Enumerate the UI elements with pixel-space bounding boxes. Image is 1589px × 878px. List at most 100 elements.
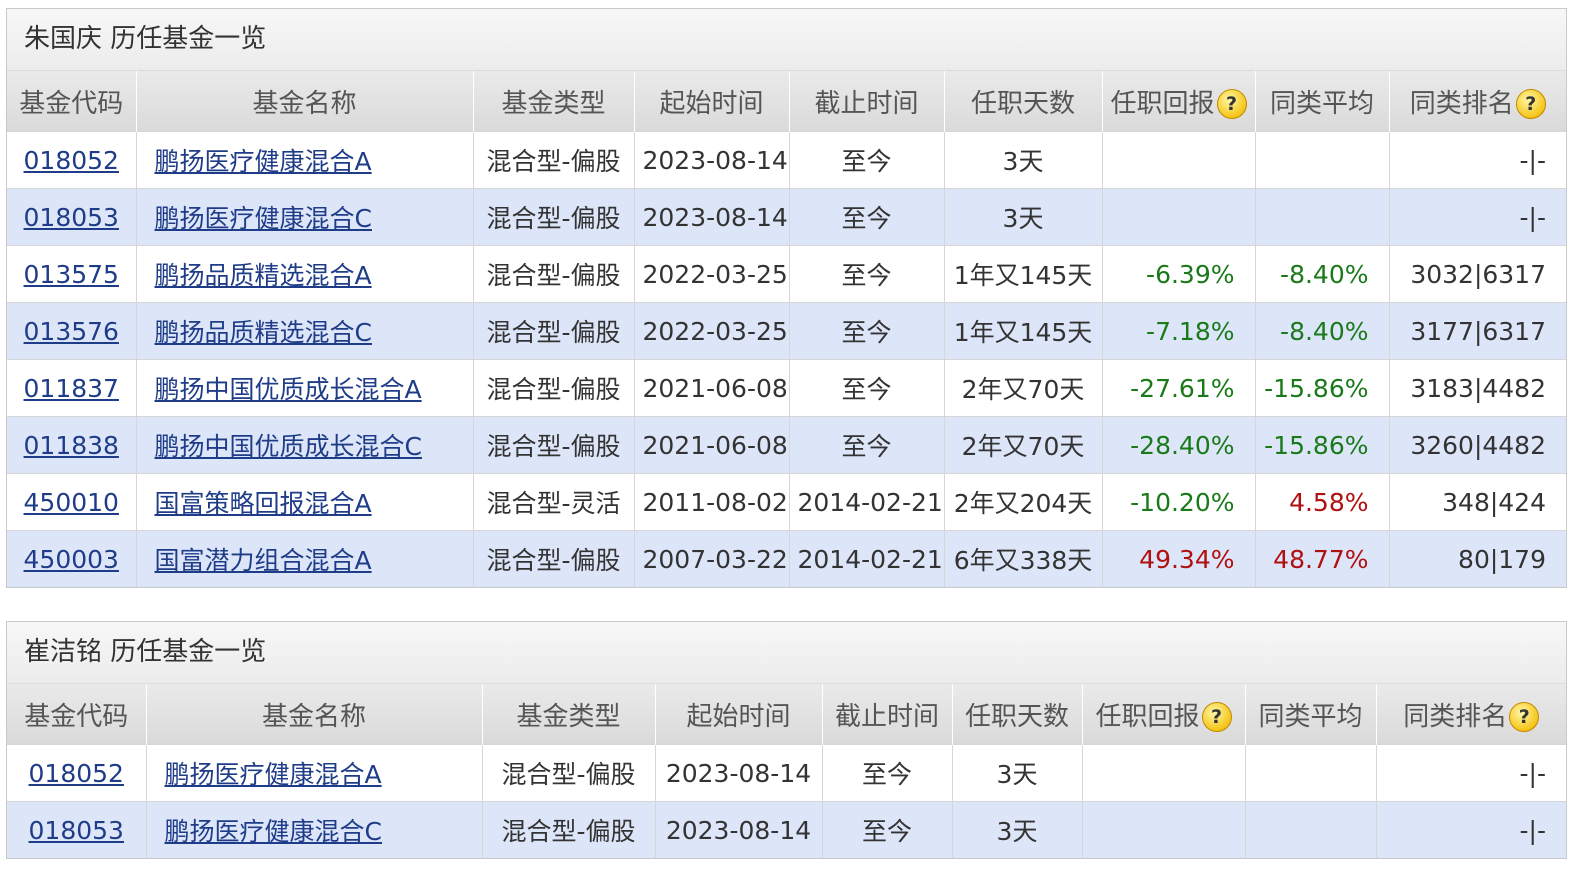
end-date-value: 2014-02-21 [797,487,943,517]
fund-code-cell[interactable]: 011838 [7,416,137,474]
peer-rank-cell: 3260|4482 [1389,416,1566,474]
tenure-days-cell: 1年又145天 [944,302,1103,360]
fund-type-cell: 混合型-偏股 [473,245,635,303]
start-date-value: 2022-03-25 [642,316,788,346]
fund-name-cell[interactable]: 鹏扬中国优质成长混合C [136,416,474,474]
fund-name-link[interactable]: 国富策略回报混合A [155,489,372,518]
peer-average-cell: -15.86% [1255,359,1390,417]
start-date-value: 2011-08-02 [642,487,788,517]
fund-code-cell[interactable]: 018053 [7,188,137,246]
fund-code-cell[interactable]: 018052 [7,744,147,802]
header-peer-rank: 同类排名? [1376,684,1566,745]
end-date-value: 至今 [841,375,892,404]
fund-name-cell[interactable]: 鹏扬医疗健康混合C [146,801,483,858]
header-label: 同类平均 [1269,88,1374,119]
tenure-return-cell [1082,801,1246,858]
fund-code-cell[interactable]: 013576 [7,302,137,360]
tenure-days-cell: 1年又145天 [944,245,1103,303]
fund-type-cell: 混合型-偏股 [482,744,656,802]
fund-type-value: 混合型-偏股 [486,432,621,461]
fund-name-cell[interactable]: 鹏扬品质精选混合C [136,302,474,360]
fund-name-link[interactable]: 鹏扬品质精选混合C [155,318,372,347]
fund-type-value: 混合型-偏股 [486,318,621,347]
fund-type-cell: 混合型-灵活 [473,473,635,531]
tenure-return-cell [1102,131,1256,189]
fund-code-link[interactable]: 450010 [24,488,119,517]
fund-code-cell[interactable]: 450010 [7,473,137,531]
fund-name-link[interactable]: 鹏扬医疗健康混合C [155,204,372,233]
table-header-row: 基金代码 基金名称 基金类型 起始时间 截止时间 任职天数 任职回报? 同类平均 同类排名? [7,684,1566,745]
fund-name-link[interactable]: 鹏扬医疗健康混合A [165,760,382,789]
help-icon[interactable]: ? [1201,702,1232,732]
table-row: 013576 鹏扬品质精选混合C 混合型-偏股 2022-03-25 至今 1年又145天… [7,302,1566,360]
header-end-date: 截止时间 [822,684,953,745]
fund-name-link[interactable]: 国富潜力组合混合A [155,546,372,575]
end-date-cell: 至今 [822,801,953,858]
fund-type-cell: 混合型-偏股 [473,530,635,587]
fund-type-cell: 混合型-偏股 [473,359,635,417]
fund-code-link[interactable]: 018053 [24,203,119,232]
peer-average-cell: -15.86% [1255,416,1390,474]
fund-name-cell[interactable]: 国富潜力组合混合A [136,530,474,587]
peer-average-value: -15.86% [1264,373,1369,403]
fund-name-cell[interactable]: 鹏扬中国优质成长混合A [136,359,474,417]
fund-code-link[interactable]: 018053 [29,816,124,845]
end-date-value: 2014-02-21 [797,544,943,574]
fund-code-cell[interactable]: 013575 [7,245,137,303]
fund-name-link[interactable]: 鹏扬医疗健康混合A [155,147,372,176]
fund-code-link[interactable]: 011837 [24,374,119,403]
fund-name-cell[interactable]: 鹏扬品质精选混合A [136,245,474,303]
fund-code-link[interactable]: 013576 [24,317,119,346]
peer-average-cell [1245,744,1377,802]
help-icon[interactable]: ? [1515,89,1546,119]
tenure-days-cell: 3天 [952,801,1083,858]
peer-rank-value: -|- [1519,202,1546,232]
tenure-return-value: -7.18% [1146,316,1235,346]
header-end-date: 截止时间 [789,71,945,132]
table-row: 013575 鹏扬品质精选混合A 混合型-偏股 2022-03-25 至今 1年又145天… [7,245,1566,303]
fund-type-cell: 混合型-偏股 [473,131,635,189]
end-date-value: 至今 [861,760,912,789]
tenure-days-cell: 3天 [952,744,1083,802]
fund-name-link[interactable]: 鹏扬中国优质成长混合A [155,375,422,404]
end-date-value: 至今 [841,147,892,176]
fund-code-link[interactable]: 011838 [24,431,119,460]
table-row: 011838 鹏扬中国优质成长混合C 混合型-偏股 2021-06-08 至今 2年又70… [7,416,1566,474]
end-date-cell: 至今 [789,245,945,303]
table-row: 018052 鹏扬医疗健康混合A 混合型-偏股 2023-08-14 至今 3天 -|- [7,744,1566,802]
fund-name-link[interactable]: 鹏扬中国优质成长混合C [155,432,422,461]
tenure-days-value: 3天 [1002,147,1044,176]
fund-code-link[interactable]: 018052 [29,759,124,788]
fund-history-table: 基金代码 基金名称 基金类型 起始时间 截止时间 任职天数 任职回报? 同类平均 同类排名? 0… [7,684,1566,858]
fund-type-value: 混合型-偏股 [486,375,621,404]
fund-code-cell[interactable]: 018053 [7,801,147,858]
peer-rank-value: 348|424 [1442,487,1546,517]
fund-code-cell[interactable]: 450003 [7,530,137,587]
fund-code-link[interactable]: 450003 [24,545,119,574]
fund-history-panel-2: 崔洁铭 历任基金一览 基金代码 基金名称 基金类型 起始时间 截止时间 任职天数 任职回报?… [6,621,1567,859]
help-icon[interactable]: ? [1216,89,1247,119]
tenure-days-cell: 2年又70天 [944,359,1103,417]
peer-rank-cell: -|- [1389,131,1566,189]
header-start-date: 起始时间 [634,71,790,132]
header-label: 同类排名 [1409,88,1514,119]
tenure-return-cell [1082,744,1246,802]
fund-code-link[interactable]: 018052 [24,146,119,175]
fund-name-link[interactable]: 鹏扬医疗健康混合C [165,817,382,846]
help-icon[interactable]: ? [1509,702,1540,732]
tenure-return-cell: -27.61% [1102,359,1256,417]
fund-type-cell: 混合型-偏股 [473,302,635,360]
fund-name-cell[interactable]: 鹏扬医疗健康混合A [136,131,474,189]
fund-name-cell[interactable]: 鹏扬医疗健康混合A [146,744,483,802]
fund-name-link[interactable]: 鹏扬品质精选混合A [155,261,372,290]
fund-name-cell[interactable]: 鹏扬医疗健康混合C [136,188,474,246]
peer-average-value: 4.58% [1289,487,1369,517]
fund-code-link[interactable]: 013575 [24,260,119,289]
fund-type-cell: 混合型-偏股 [473,188,635,246]
fund-code-cell[interactable]: 011837 [7,359,137,417]
fund-type-value: 混合型-灵活 [486,489,621,518]
end-date-value: 至今 [861,817,912,846]
table-row: 450003 国富潜力组合混合A 混合型-偏股 2007-03-22 2014-02-2… [7,530,1566,587]
fund-name-cell[interactable]: 国富策略回报混合A [136,473,474,531]
fund-code-cell[interactable]: 018052 [7,131,137,189]
